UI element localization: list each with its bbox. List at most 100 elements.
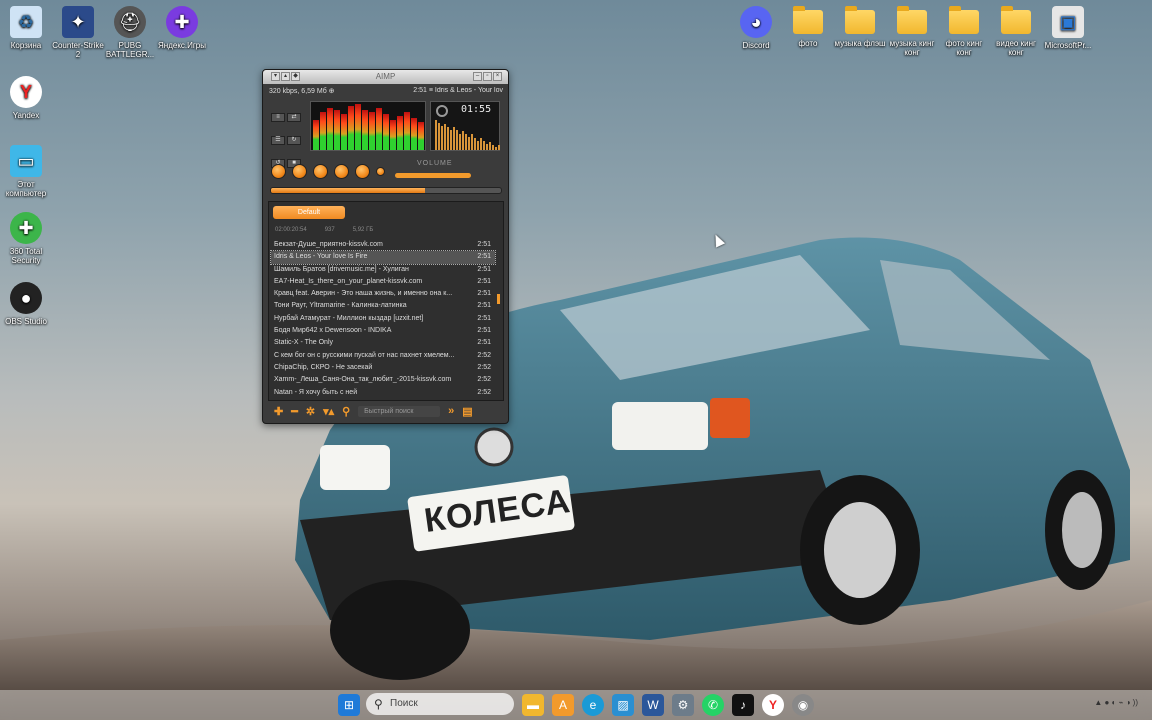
whatsapp-icon[interactable]: ✆ — [702, 694, 724, 716]
taskbar — [0, 690, 1152, 720]
playlist-toolbar: ✚ ━ ✲ ▾▴ ⚲ Быстрый поиск » ▤ — [268, 404, 504, 418]
playlist-panel: Default 02:00:20:54 937 5,92 ГБ Бекзат-Д… — [268, 201, 504, 401]
desktop-icon-folder-photo[interactable]: фото — [782, 6, 834, 48]
power-icon[interactable] — [436, 105, 448, 117]
visualizer-bar — [418, 122, 424, 150]
yandex-games-icon: ✚ — [166, 6, 198, 38]
next-button[interactable] — [355, 164, 370, 179]
tiktok-icon[interactable]: ♪ — [732, 694, 754, 716]
playlist-file-icon[interactable]: ▤ — [462, 405, 472, 418]
playlist-icon[interactable]: ☰ — [271, 136, 285, 145]
desktop-icon-recycle-bin[interactable]: ♻ Корзина — [0, 6, 52, 50]
desktop-icon-yandex-games[interactable]: ✚ Яндекс.Игры — [156, 6, 208, 50]
add-icon[interactable]: ✚ — [274, 405, 283, 418]
visualizer-bar — [390, 120, 396, 150]
desktop-icon-yandex[interactable]: Y Yandex — [0, 76, 52, 120]
word-icon[interactable]: W — [642, 694, 664, 716]
desktop-icon-folder-music-kingkong[interactable]: музыка кинг конг — [886, 6, 938, 57]
edge-icon[interactable]: e — [582, 694, 604, 716]
playlist-track-row[interactable]: Xamm-_Леша_Саня-Она_так_любит_-2015-kiss… — [271, 374, 495, 386]
playlist-track-row[interactable]: Бекзат-Душе_приятно-kissvk.com 2:51 — [271, 239, 495, 251]
visualizer-bar — [362, 110, 368, 150]
file-explorer-icon[interactable]: ▬ — [522, 694, 544, 716]
spectrum-bar — [492, 144, 494, 150]
spectrum-bar — [480, 138, 482, 150]
playlist-track-row[interactable]: Idris & Leos - Your love Is Fire 2:51 — [270, 250, 496, 265]
volume-slider[interactable] — [395, 173, 471, 178]
chrome-icon[interactable]: ◉ — [792, 694, 814, 716]
quick-search-input[interactable]: Быстрый поиск — [358, 405, 441, 417]
desktop-icon-folder-video-kingkong[interactable]: видео кинг конг — [990, 6, 1042, 57]
track-duration: 2:51 — [477, 241, 491, 248]
track-duration: 2:51 — [477, 277, 491, 285]
spectrum-bar — [462, 130, 464, 150]
track-duration: 2:51 — [477, 339, 491, 347]
menu-list-icon[interactable]: ▾▴ — [323, 405, 334, 418]
playlist-track-row[interactable]: Кравц feat. Аверин - Это наша жизнь, и и… — [271, 288, 495, 300]
eq-icon[interactable]: ≡ — [271, 113, 285, 122]
system-tray[interactable]: ▲ ● ◐ ⌁ ◑ )) — [1094, 698, 1138, 707]
playlist-track-row[interactable]: Бодя Мир642 x Dewensoon - INDIKA 2:51 — [271, 325, 495, 337]
playlist-track-row[interactable]: Тони Раут, Yltramarine - Калинка-латинка… — [271, 300, 495, 312]
desktop-icon-this-pc[interactable]: ▭ Этот компьютер — [0, 145, 52, 198]
previous-button[interactable] — [271, 164, 286, 179]
spectrum-bar — [450, 130, 452, 150]
desktop-icon-360-security[interactable]: ✚ 360 Total Security — [0, 212, 52, 265]
search-go-icon[interactable]: » — [448, 405, 454, 417]
repeat-icon[interactable]: ↻ — [287, 136, 301, 145]
wallpaper — [0, 237, 1152, 720]
yandex-icon[interactable]: Y — [762, 694, 784, 716]
desktop-icon-folder-photo-kingkong[interactable]: фото кинг конг — [938, 6, 990, 57]
stop-button[interactable] — [334, 164, 349, 179]
track-title: С кем бог он с русскими пускай от нас па… — [274, 351, 455, 359]
folder-icon — [845, 6, 875, 34]
visualizer-bar — [355, 104, 361, 150]
photos-icon[interactable]: ▨ — [612, 694, 634, 716]
playlist-track-row[interactable]: EA7-Heat_Is_there_on_your_planet-kissvk.… — [271, 276, 495, 288]
taskbar-search-input[interactable]: Поиск — [366, 693, 514, 715]
desktop-icon-counter-strike[interactable]: ✦ Counter-Strike 2 — [52, 6, 104, 59]
visualizer-bar — [397, 116, 403, 150]
microsoft-app-icon: ▣ — [1052, 6, 1084, 38]
desktop-icon-discord[interactable]: ◕ Discord — [730, 6, 782, 50]
desktop-icon-pubg[interactable]: ⛑ PUBG BATTLEGR... — [104, 6, 156, 59]
playlist-track-row[interactable]: Natan - Я хочу быть с ней 2:52 — [271, 387, 495, 399]
desktop-icon-folder-music-flash[interactable]: музыка флэш — [834, 6, 886, 48]
aimp-title-bar[interactable]: ▾ ▴ ◆ AIMP – ▫ × — [263, 70, 508, 84]
spectrum-bar — [459, 133, 461, 150]
playlist-count: 937 — [324, 227, 335, 233]
playlist-track-row[interactable]: Static-X - The Only 2:51 — [271, 337, 495, 349]
playlist-track-row[interactable]: Шамиль Братов [drivemusic.me] - Хулиган 2… — [271, 264, 495, 276]
track-duration: 2:52 — [477, 351, 491, 359]
close-icon[interactable]: × — [493, 72, 502, 81]
remove-icon[interactable]: ━ — [291, 405, 298, 418]
playlist-track-row[interactable]: Нурбай Атамурат - Миллион кыздар [uzxit.… — [271, 313, 495, 325]
aimp-player-window[interactable]: ▾ ▴ ◆ AIMP – ▫ × 320 kbps, 6,59 Мб ⊕ 2:5… — [262, 69, 509, 424]
minimize-icon[interactable]: – — [473, 72, 482, 81]
track-duration: 2:52 — [477, 388, 491, 396]
playlist-scrollbar[interactable] — [497, 294, 500, 304]
this-pc-icon: ▭ — [10, 145, 42, 177]
always-on-top-icon[interactable]: ▴ — [281, 72, 290, 81]
shuffle-icon[interactable]: ⇄ — [287, 113, 301, 122]
elapsed-time[interactable]: 01:55 — [461, 104, 491, 115]
desktop-icon-microsoft-app[interactable]: ▣ MicrosoftPr... — [1042, 6, 1094, 50]
menu-icon[interactable]: ▾ — [271, 72, 280, 81]
play-button[interactable] — [292, 164, 307, 179]
mini-mode-icon[interactable]: ▫ — [483, 72, 492, 81]
sort-icon[interactable]: ✲ — [306, 405, 315, 418]
start-icon[interactable]: ⊞ — [338, 694, 360, 716]
pubg-icon: ⛑ — [114, 6, 146, 38]
seek-bar[interactable] — [270, 187, 502, 194]
desktop-icon-obs[interactable]: ● OBS Studio — [0, 282, 52, 326]
pin-icon[interactable]: ◆ — [291, 72, 300, 81]
open-button[interactable] — [376, 167, 385, 176]
pause-button[interactable] — [313, 164, 328, 179]
settings-icon[interactable]: ⚙ — [672, 694, 694, 716]
playlist-tab-default[interactable]: Default — [273, 206, 345, 219]
spectrum-bar — [441, 126, 443, 150]
search-icon[interactable]: ⚲ — [342, 405, 350, 418]
aimp-icon[interactable]: A — [552, 694, 574, 716]
playlist-track-row[interactable]: ChipaChip, СКРО - Не засекай 2:52 — [271, 362, 495, 374]
playlist-track-row[interactable]: С кем бог он с русскими пускай от нас па… — [271, 350, 495, 362]
